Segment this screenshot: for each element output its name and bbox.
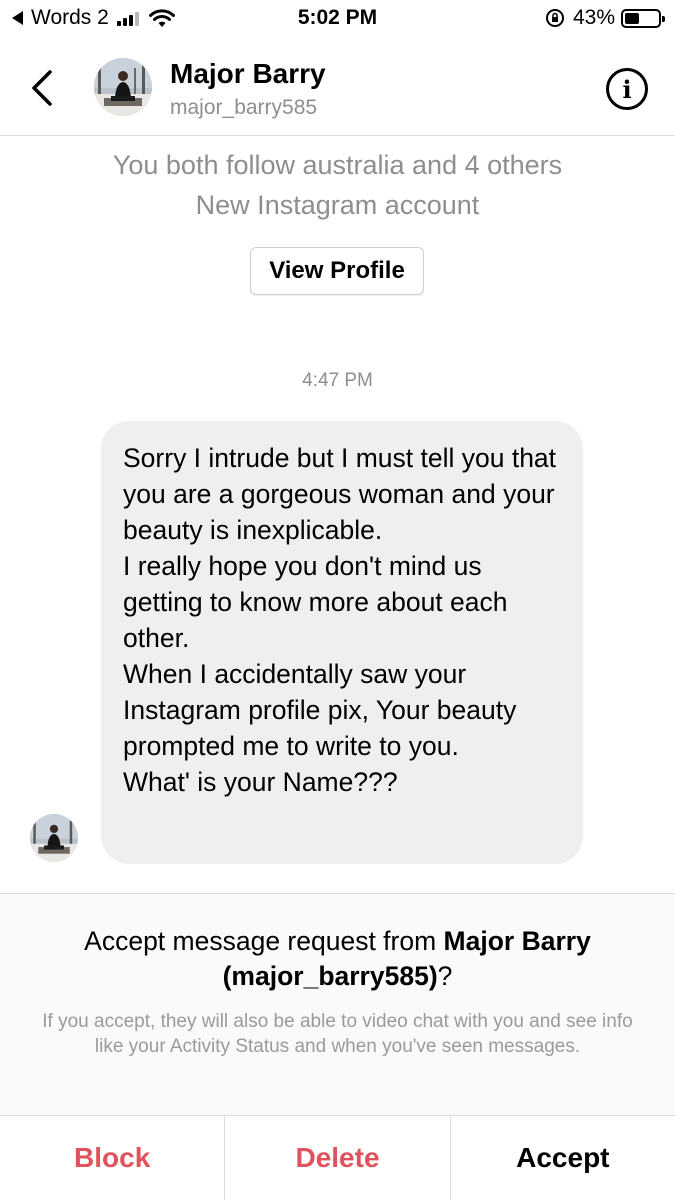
- sender-avatar[interactable]: [30, 814, 78, 862]
- contact-name[interactable]: Major Barry: [170, 58, 326, 90]
- request-title-username: (major_barry585): [222, 961, 438, 991]
- avatar[interactable]: [94, 58, 152, 116]
- request-title-prefix: Accept message request from: [84, 926, 444, 956]
- request-title-suffix: ?: [437, 961, 453, 991]
- message-paragraph: When I accidentally saw your Instagram p…: [123, 659, 517, 761]
- battery-icon: [621, 8, 665, 28]
- battery-percent: 43%: [572, 6, 615, 29]
- view-profile-button[interactable]: View Profile: [250, 247, 424, 295]
- block-button[interactable]: Block: [0, 1116, 224, 1200]
- mutual-follow-text: You both follow australia and 4 others: [112, 150, 563, 180]
- message-paragraph: What' is your Name???: [123, 767, 398, 797]
- account-note-text: New Instagram account: [195, 190, 480, 220]
- request-description: If you accept, they will also be able to…: [42, 1011, 633, 1057]
- request-actions: Block Delete Accept: [0, 1115, 675, 1200]
- status-bar: Words 2 5:02 PM 43%: [0, 0, 675, 38]
- message-timestamp: 4:47 PM: [302, 370, 373, 391]
- status-right: 43%: [545, 6, 665, 30]
- accept-button[interactable]: Accept: [449, 1116, 675, 1200]
- message-paragraph: Sorry I intrude but I must tell you that…: [123, 443, 557, 545]
- chat-header: Major Barry major_barry585 i: [0, 38, 675, 136]
- message-request-panel: Accept message request from Major Barry …: [0, 893, 675, 1115]
- message-paragraph: I really hope you don't mind us getting …: [123, 551, 508, 653]
- rotation-lock-icon: [545, 9, 564, 27]
- info-circle-icon[interactable]: i: [606, 68, 648, 110]
- request-title-name: Major Barry: [443, 926, 591, 956]
- chevron-left-icon[interactable]: [24, 66, 60, 110]
- delete-button[interactable]: Delete: [224, 1116, 449, 1200]
- message-bubble[interactable]: Sorry I intrude but I must tell you that…: [101, 421, 583, 864]
- contact-username: major_barry585: [170, 96, 318, 119]
- request-title: Accept message request from Major Barry …: [40, 924, 635, 994]
